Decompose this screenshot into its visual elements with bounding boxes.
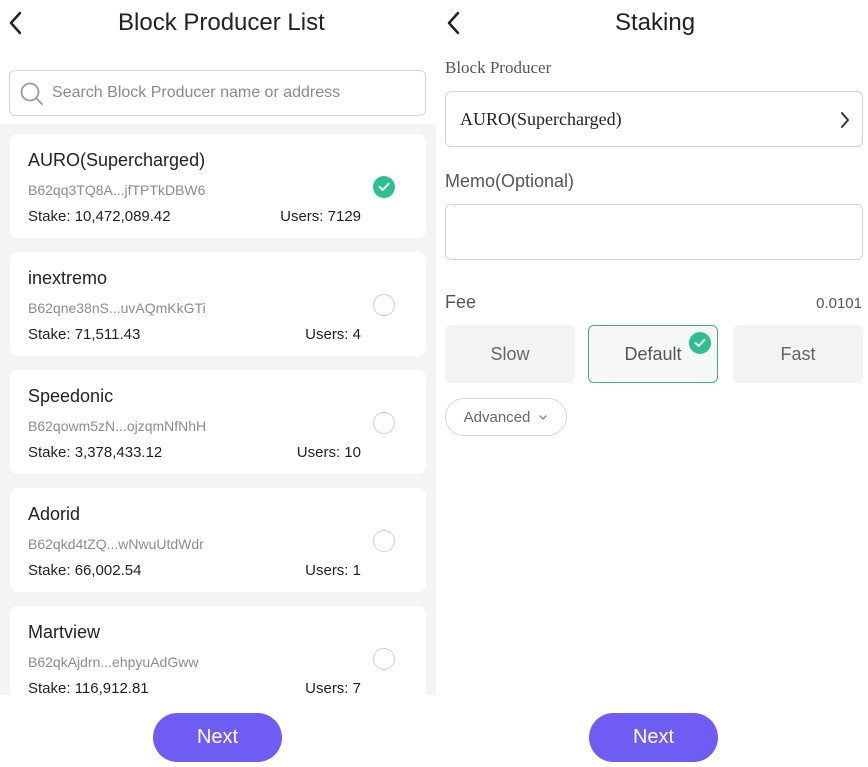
chevron-down-icon [538, 409, 548, 426]
next-button[interactable]: Next [153, 713, 282, 762]
fee-label: Fee [445, 292, 477, 312]
memo-field[interactable] [445, 204, 863, 260]
fee-option-fast[interactable]: Fast [733, 325, 863, 383]
radio-circle-icon[interactable] [373, 648, 395, 670]
producer-users: Users: 7129 [280, 208, 361, 225]
next-button[interactable]: Next [589, 713, 718, 762]
back-arrow-icon[interactable] [444, 8, 474, 38]
producer-name: Speedonic [28, 386, 114, 406]
producer-users: Users: 7 [305, 680, 361, 695]
fee-value: 0.0101 [816, 295, 862, 312]
chevron-right-icon [840, 111, 850, 134]
producer-item-inextremo[interactable]: inextremo B62qne38nS...uvAQmKkGTi Stake:… [10, 252, 426, 356]
producer-users: Users: 1 [305, 562, 361, 579]
producer-item-martview[interactable]: Martview B62qkAjdrn...ehpyuAdGww Stake: … [10, 606, 426, 695]
producer-address: B62qkd4tZQ...wNwuUtdWdr [28, 536, 204, 552]
fee-option-slow[interactable]: Slow [445, 325, 575, 383]
producer-list[interactable]: AURO(Supercharged) B62qq3TQ8A...jfTPTkDB… [0, 124, 436, 695]
producer-users: Users: 10 [296, 444, 361, 461]
producer-address: B62qkAjdrn...ehpyuAdGww [28, 654, 199, 670]
fee-option-default[interactable]: Default [588, 325, 718, 383]
producer-address: B62qne38nS...uvAQmKkGTi [28, 300, 206, 316]
memo-input[interactable] [458, 215, 848, 251]
producer-name: Martview [28, 622, 101, 642]
producer-users: Users: 4 [305, 326, 361, 343]
block-producer-select[interactable]: AURO(Supercharged) [445, 91, 863, 147]
producer-name: inextremo [28, 268, 108, 288]
producer-item-speedonic[interactable]: Speedonic B62qowm5zN...ojzqmNfNhH Stake:… [10, 370, 426, 474]
selected-check-icon [689, 332, 711, 354]
search-box [9, 70, 426, 116]
radio-circle-icon[interactable] [373, 294, 395, 316]
selected-check-icon[interactable] [373, 176, 395, 198]
memo-label: Memo(Optional) [445, 171, 575, 191]
search-input[interactable] [52, 79, 412, 107]
search-icon [19, 81, 45, 107]
producer-item-adorid[interactable]: Adorid B62qkd4tZQ...wNwuUtdWdr Stake: 66… [10, 488, 426, 592]
staking-screen: Staking Block Producer AURO(Supercharged… [436, 0, 868, 767]
page-title: Staking [615, 9, 696, 36]
radio-circle-icon[interactable] [373, 530, 395, 552]
producer-stake: Stake: 66,002.54 [28, 562, 142, 579]
producer-name: AURO(Supercharged) [28, 150, 206, 170]
producer-item-auro[interactable]: AURO(Supercharged) B62qq3TQ8A...jfTPTkDB… [10, 134, 426, 238]
block-producer-list-screen: Block Producer List AURO(Supercharged) B… [0, 0, 436, 767]
block-producer-label: Block Producer [445, 58, 552, 77]
producer-stake: Stake: 3,378,433.12 [28, 444, 163, 461]
radio-circle-icon[interactable] [373, 412, 395, 434]
producer-address: B62qq3TQ8A...jfTPTkDBW6 [28, 182, 206, 198]
producer-name: Adorid [28, 504, 81, 524]
producer-stake: Stake: 71,511.43 [28, 326, 141, 343]
advanced-toggle[interactable]: Advanced [445, 398, 567, 436]
back-arrow-icon[interactable] [6, 8, 36, 38]
block-producer-value: AURO(Supercharged) [460, 109, 622, 129]
page-title: Block Producer List [118, 9, 325, 36]
fee-option-label: Default [624, 343, 682, 364]
producer-address: B62qowm5zN...ojzqmNfNhH [28, 418, 207, 434]
producer-stake: Stake: 10,472,089.42 [28, 208, 171, 225]
advanced-label: Advanced [463, 408, 531, 426]
producer-stake: Stake: 116,912.81 [28, 680, 149, 695]
